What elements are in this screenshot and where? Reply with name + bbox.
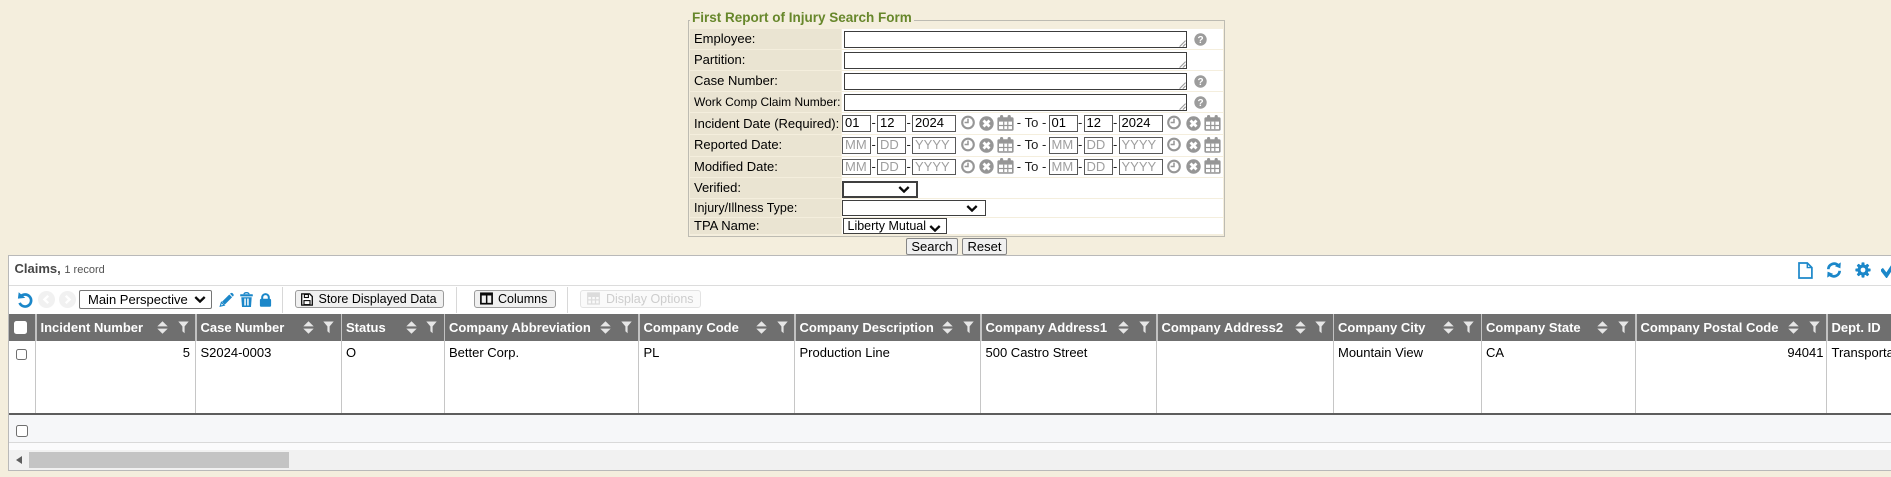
svg-text:?: ? (1197, 77, 1203, 88)
svg-text:?: ? (1197, 35, 1203, 46)
svg-text:?: ? (1197, 98, 1203, 109)
